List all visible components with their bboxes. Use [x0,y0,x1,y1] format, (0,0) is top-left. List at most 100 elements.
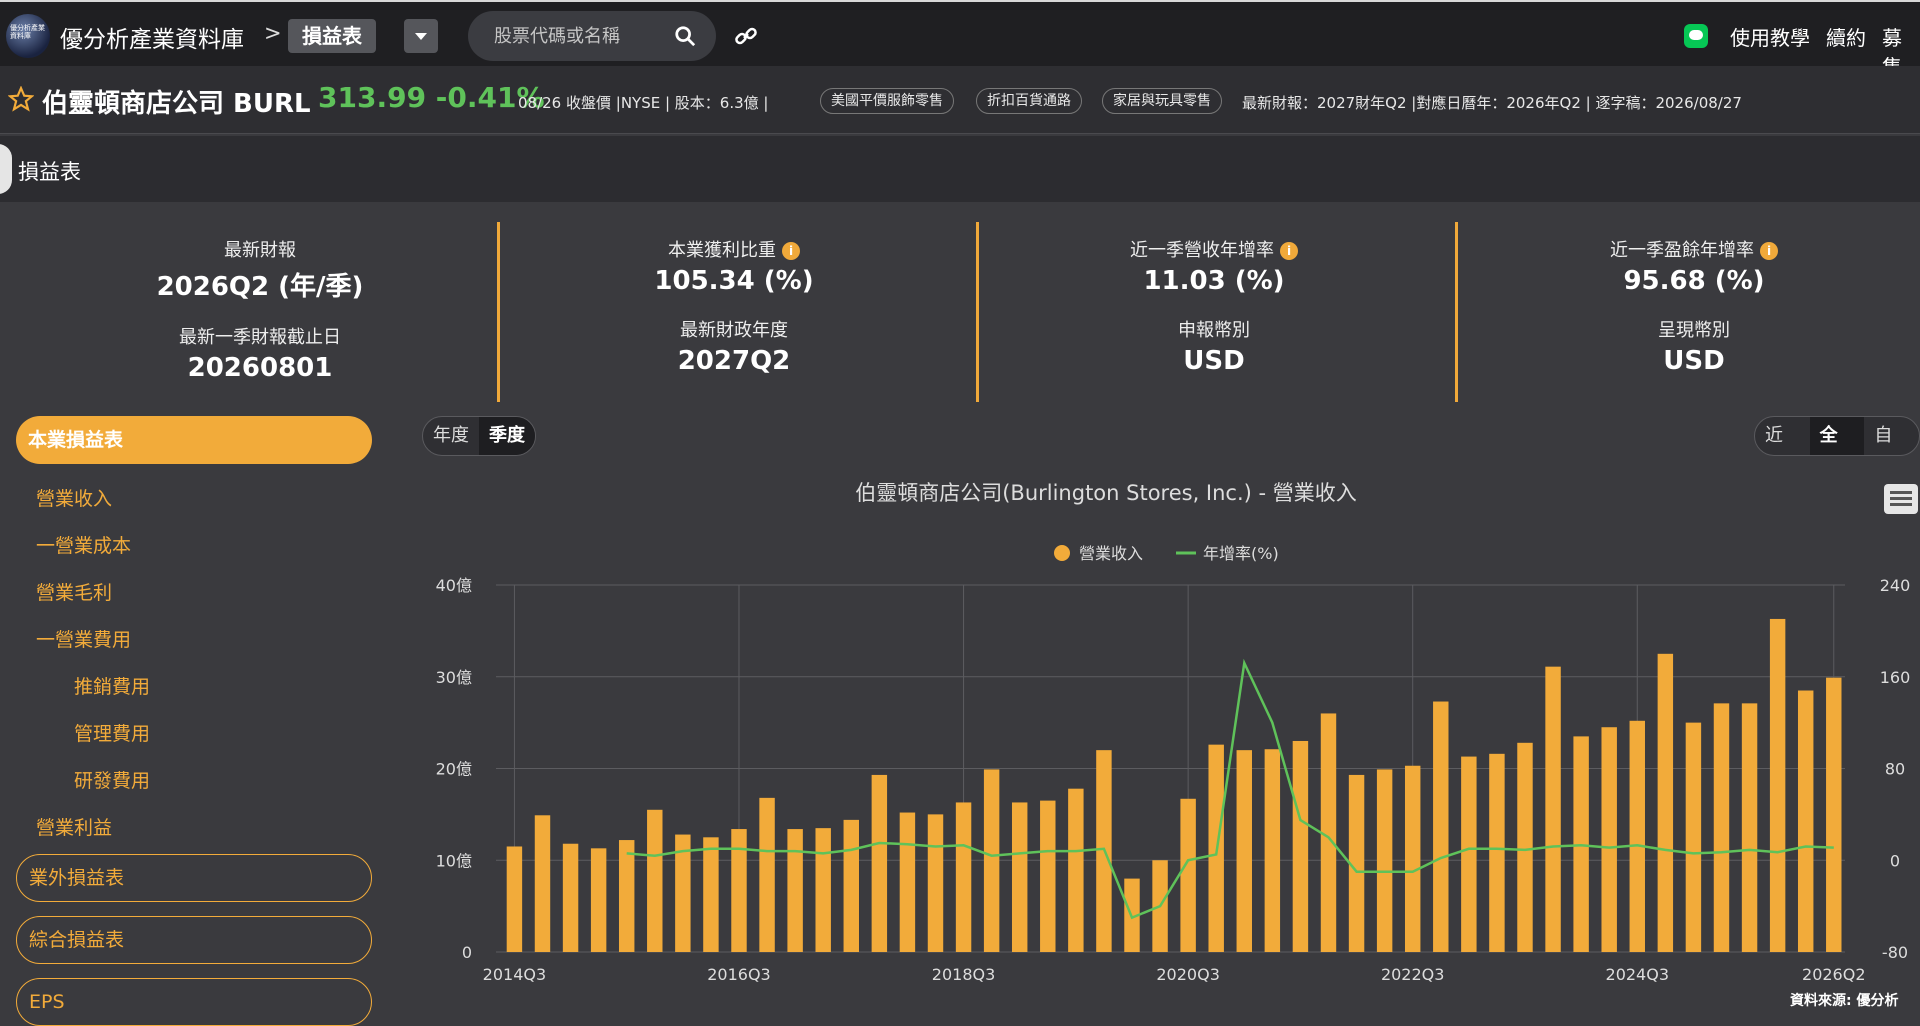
stock-meta: 08/26 收盤價 |NYSE | 股本：6.3億 | [518,94,769,112]
x-axis-tick: 2026Q2 [1802,965,1866,984]
industry-tag[interactable]: 折扣百貨通路 [976,88,1082,114]
stat-value: USD [1183,346,1245,376]
bar-revenue [1517,742,1533,952]
tab-custom[interactable]: 自訂 [1864,417,1919,455]
tab-quarterly[interactable]: 季度 [479,417,535,455]
star-icon[interactable] [8,86,34,112]
info-icon[interactable]: i [1760,242,1778,260]
stat-value: 11.03 (%) [1143,266,1285,296]
y-axis-right-tick: 80 [1885,760,1905,779]
sidebar-item-core-income[interactable]: 本業損益表 [16,416,372,464]
y-axis-left-tick: 20億 [436,760,472,779]
bar-revenue [871,774,888,952]
stat-label: 申報幣別 [1178,320,1250,341]
bar-revenue [815,828,831,952]
legend-label-growth: 年增率(%) [1203,544,1279,563]
bar-revenue [1011,802,1028,952]
tab-all[interactable]: 全部 [1809,417,1865,455]
top-navbar: 優分析產業資料庫 優分析產業資料庫 > 損益表 使用教學 續約 募集 [0,0,1920,79]
period-toggle: 年度 季度 [422,416,536,456]
stat-label: 最新財政年度 [680,320,788,341]
bar-revenue [787,829,803,952]
sidebar-item-admin-expense[interactable]: 管理費用 [74,719,150,746]
y-axis-right-tick: 0 [1890,851,1900,870]
nav-tutorial-link[interactable]: 使用教學 [1730,22,1810,51]
industry-tag[interactable]: 家居與玩具零售 [1102,88,1222,114]
section-title: 損益表 [18,160,81,184]
bar-revenue [1264,749,1281,952]
collapse-handle[interactable] [0,144,12,194]
bar-revenue [703,837,719,952]
sidebar-item-selling-expense[interactable]: 推銷費用 [74,672,150,699]
stat-latest-report: 最新財報 2026Q2 (年/季) 最新一季財報截止日 20260801 [20,236,500,383]
x-axis-tick: 2024Q3 [1606,965,1670,984]
bar-revenue [759,797,775,952]
sidebar-item-gross-profit[interactable]: 營業毛利 [36,578,112,605]
stat-value: 105.34 (%) [654,266,814,296]
bar-revenue [1236,750,1252,952]
bar-revenue [1741,703,1758,952]
sidebar-item-rd-expense[interactable]: 研發費用 [74,766,150,793]
breadcrumb-dropdown-button[interactable] [404,19,438,53]
bar-revenue [1629,720,1645,952]
tab-recent[interactable]: 近期 [1755,417,1810,455]
bar-revenue [590,848,607,952]
info-icon[interactable]: i [782,242,800,260]
stock-name: 伯靈頓商店公司 BURL [42,89,311,119]
bar-revenue [1826,677,1842,952]
x-axis-tick: 2020Q3 [1156,965,1220,984]
link-icon[interactable] [734,24,758,48]
bar-revenue [1489,753,1505,952]
y-axis-right-tick: 240 [1880,576,1911,595]
brand-name[interactable]: 優分析產業資料庫 [60,20,244,54]
sidebar-item-comprehensive[interactable]: 綜合損益表 [16,916,372,964]
y-axis-right-tick: 160 [1880,668,1911,687]
sidebar-item-revenue[interactable]: 營業收入 [36,484,112,511]
stat-value: 95.68 (%) [1623,266,1765,296]
x-axis-tick: 2018Q3 [932,965,996,984]
bar-revenue [1601,727,1617,952]
sidebar-item-operating-income[interactable]: 營業利益 [36,813,112,840]
line-app-icon[interactable] [1684,24,1708,48]
sidebar-item-nonoperating[interactable]: 業外損益表 [16,854,372,902]
report-meta: 最新財報：2027財年Q2 |對應日曆年：2026年Q2 | 逐字稿：2026/… [1242,94,1742,112]
sidebar-item-eps[interactable]: EPS [16,978,372,1026]
bar-revenue [647,809,663,952]
info-icon[interactable]: i [1280,242,1298,260]
bar-revenue [534,815,551,952]
y-axis-left-tick: 10億 [436,851,472,870]
nav-renew-link[interactable]: 續約 [1826,22,1866,51]
industry-tag[interactable]: 美國平價服飾零售 [820,88,954,114]
chart-title: 伯靈頓商店公司(Burlington Stores, Inc.) - 營業收入 [855,481,1357,505]
bar-revenue [983,769,1000,952]
stat-label: 近一季盈餘年增率 [1610,240,1754,261]
breadcrumb-current[interactable]: 損益表 [288,19,376,53]
x-axis-tick: 2022Q3 [1381,965,1445,984]
y-axis-left-tick: 40億 [436,576,472,595]
stock-price-change: 313.99 -0.41% [318,81,545,114]
bar-revenue [1376,769,1393,952]
search-box[interactable] [468,11,716,61]
bar-revenue [927,814,944,952]
bar-revenue [899,812,916,952]
stat-earnings-growth: 近一季盈餘年增率 i 95.68 (%) 呈現幣別 USD [1454,236,1920,376]
x-axis-tick: 2014Q3 [483,965,547,984]
search-icon[interactable] [674,25,696,47]
section-header: 損益表 [0,136,1920,202]
bar-revenue [1657,653,1674,952]
stock-info-bar: 伯靈頓商店公司 BURL 313.99 -0.41% 08/26 收盤價 |NY… [0,66,1920,134]
y-axis-left-tick: 0 [462,943,472,962]
bar-revenue [1433,701,1449,952]
bar-revenue [1797,690,1814,952]
data-source: 資料來源: 優分析 [1790,993,1899,1009]
search-input[interactable] [494,21,664,51]
sidebar-item-operating-cost[interactable]: 一營業成本 [36,531,131,558]
tab-annual[interactable]: 年度 [423,417,479,455]
stat-label: 呈現幣別 [1658,320,1730,341]
bar-revenue [1180,798,1196,952]
bar-revenue [618,840,635,952]
x-axis-tick: 2016Q3 [707,965,771,984]
sidebar-item-operating-expense[interactable]: 一營業費用 [36,625,131,652]
bar-revenue [843,819,859,952]
revenue-chart: 伯靈頓商店公司(Burlington Stores, Inc.) - 營業收入營… [436,481,1911,984]
